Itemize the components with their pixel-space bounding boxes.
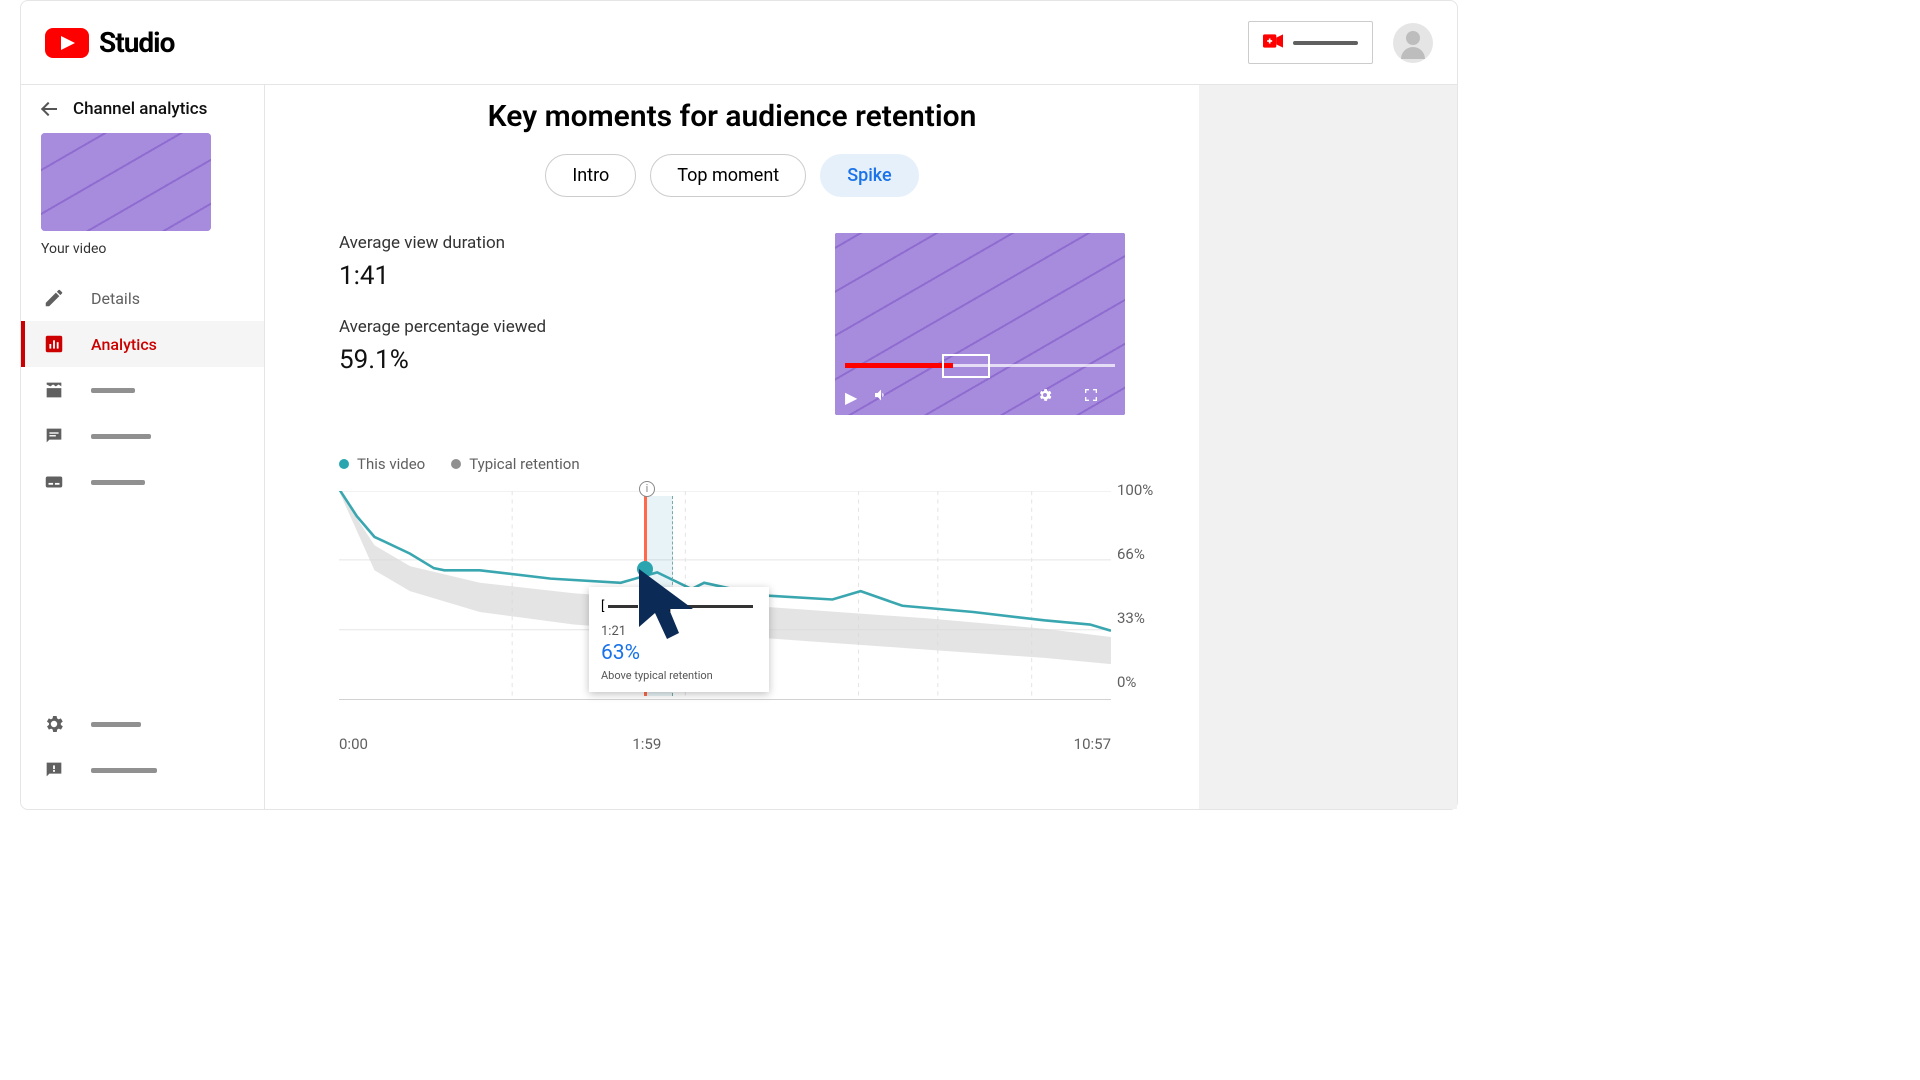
your-video-label: Your video bbox=[21, 241, 264, 257]
avg-duration-value: 1:41 bbox=[339, 261, 775, 291]
sidebar-item-feedback[interactable] bbox=[21, 747, 264, 793]
subtitles-icon bbox=[43, 471, 65, 493]
cursor-icon bbox=[639, 569, 709, 653]
video-preview[interactable]: ▶ bbox=[835, 233, 1125, 415]
brand[interactable]: Studio bbox=[45, 26, 174, 59]
play-icon[interactable]: ▶ bbox=[845, 388, 857, 407]
right-panel bbox=[1199, 85, 1457, 809]
avg-pct-label: Average percentage viewed bbox=[339, 317, 775, 337]
legend-this-label: This video bbox=[357, 455, 425, 473]
editor-icon bbox=[43, 379, 65, 401]
chip-top-moment[interactable]: Top moment bbox=[650, 154, 806, 197]
sidebar-item-label: Analytics bbox=[91, 335, 157, 354]
y-tick: 66% bbox=[1117, 545, 1167, 563]
sidebar-item-editor[interactable] bbox=[21, 367, 264, 413]
x-tick: 10:57 bbox=[1074, 735, 1111, 753]
sidebar-item-label bbox=[91, 388, 135, 393]
sidebar-item-subtitles[interactable] bbox=[21, 459, 264, 505]
back-label: Channel analytics bbox=[73, 99, 207, 119]
sidebar-item-label bbox=[91, 722, 141, 727]
feedback-icon bbox=[43, 759, 65, 781]
create-button[interactable] bbox=[1248, 21, 1373, 64]
settings-icon[interactable] bbox=[1037, 387, 1053, 407]
sidebar-item-details[interactable]: Details bbox=[21, 275, 264, 321]
volume-icon[interactable] bbox=[873, 387, 889, 407]
sidebar-item-comments[interactable] bbox=[21, 413, 264, 459]
legend-typical-label: Typical retention bbox=[469, 455, 579, 473]
sidebar-item-label bbox=[91, 480, 145, 485]
video-thumbnail-small[interactable] bbox=[41, 133, 211, 231]
arrow-back-icon bbox=[41, 100, 59, 118]
y-tick: 100% bbox=[1117, 481, 1167, 499]
youtube-icon bbox=[45, 28, 89, 58]
sidebar-item-label bbox=[91, 434, 151, 439]
gear-icon bbox=[43, 713, 65, 735]
legend-dot-typical bbox=[451, 459, 461, 469]
avg-duration-label: Average view duration bbox=[339, 233, 775, 253]
sidebar-item-label bbox=[91, 768, 157, 773]
legend-dot-this bbox=[339, 459, 349, 469]
sidebar-item-label: Details bbox=[91, 289, 140, 308]
moment-chips: Intro Top moment Spike bbox=[289, 154, 1175, 197]
chip-spike[interactable]: Spike bbox=[820, 154, 918, 197]
create-label bbox=[1293, 41, 1358, 45]
comments-icon bbox=[43, 425, 65, 447]
avg-pct-value: 59.1% bbox=[339, 345, 775, 375]
chart-legend: This video Typical retention bbox=[289, 455, 1175, 473]
info-icon[interactable]: i bbox=[639, 481, 655, 497]
create-icon bbox=[1263, 32, 1283, 53]
tooltip-note: Above typical retention bbox=[601, 669, 757, 682]
brand-text: Studio bbox=[99, 26, 174, 59]
y-tick: 33% bbox=[1117, 609, 1167, 627]
analytics-icon bbox=[43, 333, 65, 355]
chip-intro[interactable]: Intro bbox=[545, 154, 636, 197]
x-tick: 0:00 bbox=[339, 735, 368, 753]
fullscreen-icon[interactable] bbox=[1083, 387, 1099, 407]
page-title: Key moments for audience retention bbox=[289, 99, 1175, 134]
sidebar-item-settings[interactable] bbox=[21, 701, 264, 747]
pencil-icon bbox=[43, 287, 65, 309]
retention-chart[interactable]: i [•] 1:21 63% Above typical retention bbox=[339, 491, 1111, 725]
back-to-channel-analytics[interactable]: Channel analytics bbox=[21, 99, 264, 119]
y-tick: 0% bbox=[1117, 673, 1167, 691]
x-tick: 1:59 bbox=[632, 735, 661, 753]
avatar[interactable] bbox=[1393, 23, 1433, 63]
sidebar-item-analytics[interactable]: Analytics bbox=[21, 321, 264, 367]
